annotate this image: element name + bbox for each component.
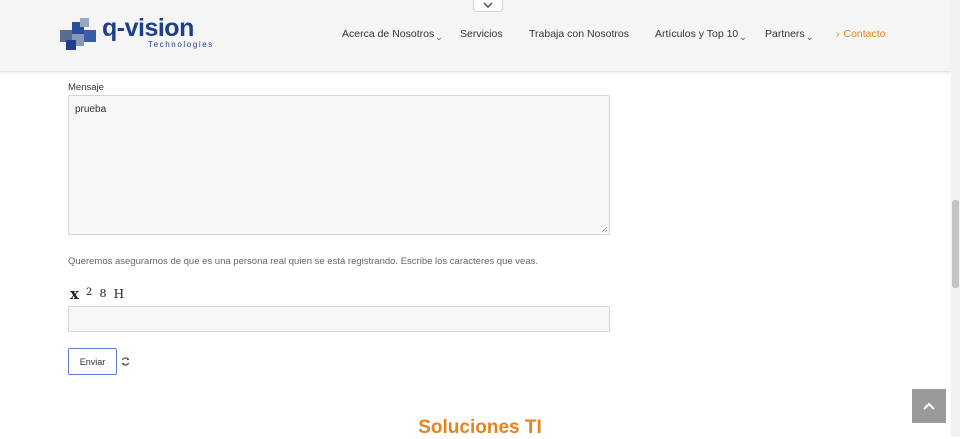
nav-item-label: Artículos y Top 10 [655,28,739,40]
main-nav: Acerca de Nosotros⌄ Servicios Trabaja co… [0,0,960,72]
captcha-char: 8 [99,287,107,300]
nav-item-label: Servicios [460,28,503,40]
site-header: q-vision Technologies Acerca de Nosotros… [0,0,960,72]
nav-item-contacto[interactable]: › Contacto [836,28,886,40]
nav-item-servicios[interactable]: Servicios [460,28,503,40]
captcha-char: x [70,285,79,303]
scrollbar-thumb[interactable] [952,200,959,288]
dropdown-chevron-icon: ⌄ [739,32,747,42]
captcha-input[interactable] [68,306,610,332]
captcha-char: H [113,287,125,301]
captcha-image: x 2 8 H [70,284,150,303]
refresh-icon[interactable] [120,356,131,367]
chevron-up-icon [923,402,935,410]
back-to-top-button[interactable] [912,389,946,423]
submit-button[interactable]: Enviar [68,348,117,375]
section-title: Soluciones TI [418,417,542,438]
dropdown-chevron-icon: ⌄ [435,32,443,42]
resize-grip-icon[interactable] [601,226,608,233]
nav-item-acerca[interactable]: Acerca de Nosotros⌄ [342,28,443,42]
nav-item-label: Partners [765,28,805,40]
captcha-char: 2 [86,287,93,298]
nav-item-label: Contacto [843,28,886,40]
nav-item-label: Trabaja con Nosotros [529,28,629,40]
nav-item-partners[interactable]: Partners⌄ [765,28,814,42]
page-scrollbar[interactable] [951,0,960,437]
nav-item-trabaja[interactable]: Trabaja con Nosotros [529,28,629,40]
message-textarea[interactable]: prueba [68,95,610,235]
message-label: Mensaje [68,82,104,93]
chevron-right-icon: › [836,28,840,40]
message-value: prueba [75,104,107,115]
nav-item-articulos[interactable]: Artículos y Top 10⌄ [655,28,747,42]
nav-item-label: Acerca de Nosotros [342,28,435,40]
dropdown-chevron-icon: ⌄ [805,32,814,42]
captcha-instructions: Queremos asegurarnos de que es una perso… [68,256,538,267]
